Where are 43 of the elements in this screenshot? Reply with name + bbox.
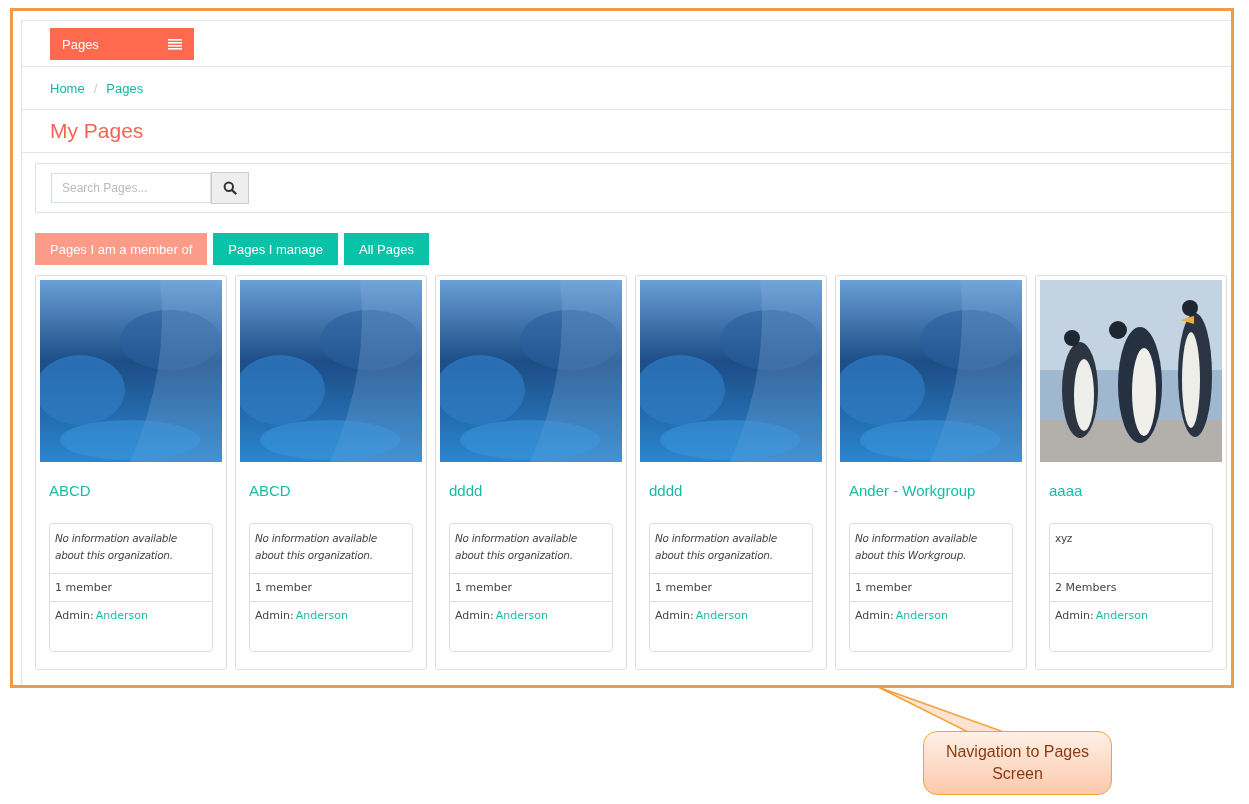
page-title-link[interactable]: dddd (449, 482, 483, 499)
admin-label: Admin: (55, 609, 94, 622)
admin-label: Admin: (255, 609, 294, 622)
search-icon (223, 181, 237, 195)
member-count: 1 member (50, 574, 212, 602)
page-description: No information available about this organization. (250, 524, 412, 574)
page-description: No information available about this organization. (650, 524, 812, 574)
filter-tab[interactable]: Pages I am a member of (35, 233, 208, 265)
callout-note: Navigation to Pages Screen (923, 731, 1112, 795)
admin-label: Admin: (855, 609, 894, 622)
member-count: 1 member (850, 574, 1012, 602)
search-button[interactable] (211, 172, 249, 204)
member-count: 1 member (650, 574, 812, 602)
admin-link[interactable]: Anderson (895, 609, 948, 622)
admin-link[interactable]: Anderson (495, 609, 548, 622)
page-title-link[interactable]: dddd (649, 482, 683, 499)
page-title-link[interactable]: aaaa (1049, 482, 1083, 499)
page-description: No information available about this organization. (50, 524, 212, 574)
admin-label: Admin: (1055, 609, 1094, 622)
menu-icon (168, 38, 182, 50)
page-description: No information available about this Workgroup. (850, 524, 1012, 574)
member-count: 1 member (250, 574, 412, 602)
member-count: 1 member (450, 574, 612, 602)
admin-link[interactable]: Anderson (1095, 609, 1148, 622)
page-description: No information available about this organization. (450, 524, 612, 574)
page-description: xyz (1050, 524, 1212, 574)
admin-label: Admin: (455, 609, 494, 622)
admin-link[interactable]: Anderson (695, 609, 748, 622)
filter-tab[interactable]: Pages I manage (213, 233, 339, 265)
member-count: 2 Members (1050, 574, 1212, 602)
pages-menu-button[interactable]: Pages (50, 28, 194, 60)
breadcrumb-link[interactable]: Pages (106, 80, 144, 96)
admin-label: Admin: (655, 609, 694, 622)
page-title-link[interactable]: ABCD (249, 482, 291, 499)
filter-tab[interactable]: All Pages (344, 233, 429, 265)
page-heading: My Pages (50, 119, 144, 143)
breadcrumb-separator: / (93, 80, 98, 96)
admin-link[interactable]: Anderson (95, 609, 148, 622)
admin-link[interactable]: Anderson (295, 609, 348, 622)
page-title-link[interactable]: Ander - Workgroup (849, 482, 976, 499)
breadcrumb-link[interactable]: Home (50, 80, 85, 96)
page-title-link[interactable]: ABCD (49, 482, 91, 499)
search-field[interactable]: Search Pages... (51, 173, 211, 203)
